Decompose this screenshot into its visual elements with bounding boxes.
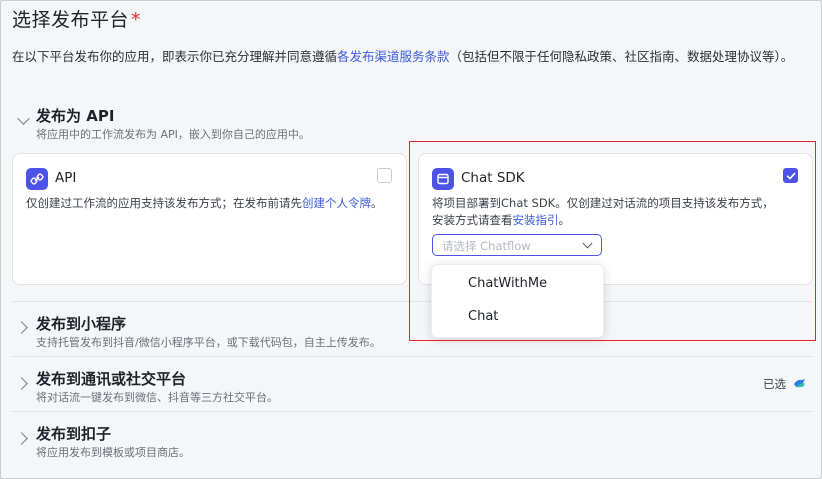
section-mini-desc: 支持托管发布到抖音/微信小程序平台，或下载代码包，自主上传发布。 xyxy=(36,336,381,349)
platform-logo-icon xyxy=(794,379,805,388)
create-token-link[interactable]: 创建个人令牌 xyxy=(302,196,371,210)
divider xyxy=(12,356,812,357)
section-social-desc: 将对话流一键发布到微信、抖音等三方社交平台。 xyxy=(36,391,278,404)
highlight-box xyxy=(409,141,816,341)
api-desc-suffix: 。 xyxy=(371,196,383,210)
terms-notice: 在以下平台发布你的应用，即表示你已充分理解并同意遵循各发布渠道服务条款（包括但不… xyxy=(12,47,812,66)
link-icon xyxy=(26,168,48,190)
divider xyxy=(12,411,812,412)
api-card[interactable]: API 仅创建过工作流的应用支持该发布方式；在发布前请先创建个人令牌。 xyxy=(12,153,407,285)
required-mark: * xyxy=(131,9,142,31)
section-api-title: 发布为 API xyxy=(36,107,115,125)
terms-suffix: （包括但不限于任何隐私政策、社区指南、数据处理协议等）。 xyxy=(449,49,794,64)
api-card-desc: 仅创建过工作流的应用支持该发布方式；在发布前请先创建个人令牌。 xyxy=(26,195,396,212)
section-coze-title: 发布到扣子 xyxy=(36,425,112,443)
section-mini-title: 发布到小程序 xyxy=(36,315,127,333)
chevron-right-icon[interactable] xyxy=(15,321,28,334)
section-social-title: 发布到通讯或社交平台 xyxy=(36,370,187,388)
publish-panel: 选择发布平台 * 在以下平台发布你的应用，即表示你已充分理解并同意遵循各发布渠道服… xyxy=(0,0,822,479)
section-api-desc: 将应用中的工作流发布为 API，嵌入到你自己的应用中。 xyxy=(36,128,310,141)
section-coze-desc: 将应用发布到模板或项目商店。 xyxy=(36,446,190,459)
page-title: 选择发布平台 * xyxy=(12,5,141,32)
api-desc-text: 仅创建过工作流的应用支持该发布方式；在发布前请先 xyxy=(26,196,302,210)
chevron-right-icon[interactable] xyxy=(15,432,28,445)
api-checkbox[interactable] xyxy=(377,168,392,183)
terms-link[interactable]: 各发布渠道服务条款 xyxy=(337,49,450,64)
chevron-down-icon[interactable] xyxy=(17,112,30,125)
terms-prefix: 在以下平台发布你的应用，即表示你已充分理解并同意遵循 xyxy=(12,49,338,64)
selected-label: 已选 xyxy=(763,377,786,391)
api-card-name: API xyxy=(55,170,77,186)
page-title-text: 选择发布平台 xyxy=(12,9,130,31)
chevron-right-icon[interactable] xyxy=(15,377,28,390)
